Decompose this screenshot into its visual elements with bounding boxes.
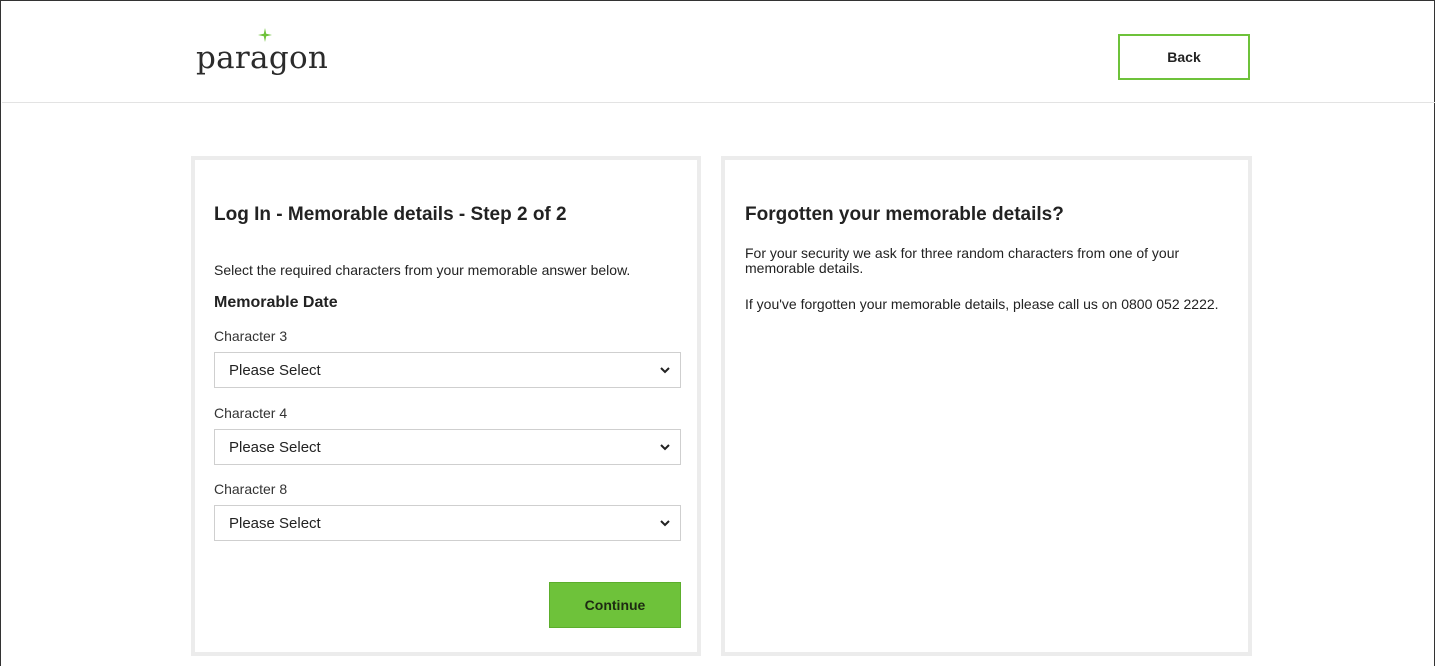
chevron-down-icon [660,443,670,450]
character-3-label: Character 3 [214,328,288,344]
chevron-down-icon [660,366,670,373]
browser-frame: paragon Back Log In - Memorable details … [0,0,1435,666]
login-title: Log In - Memorable details - Step 2 of 2 [214,204,567,225]
site-header: paragon Back [2,2,1435,103]
paragon-logo[interactable]: paragon [196,40,328,76]
chevron-down-icon [660,519,670,526]
character-4-value: Please Select [229,438,321,456]
help-card: Forgotten your memorable details? For yo… [721,156,1252,656]
help-paragraph-security: For your security we ask for three rando… [745,245,1180,276]
help-paragraph-phone: If you've forgotten your memorable detai… [745,296,1219,312]
continue-button[interactable]: Continue [549,582,681,628]
logo-star-icon [258,28,272,42]
character-3-select[interactable]: Please Select [214,352,681,388]
login-card: Log In - Memorable details - Step 2 of 2… [191,156,701,656]
character-4-select[interactable]: Please Select [214,429,681,465]
character-8-select[interactable]: Please Select [214,505,681,541]
character-4-label: Character 4 [214,405,288,421]
memorable-date-heading: Memorable Date [214,294,338,311]
character-8-value: Please Select [229,514,321,532]
help-title: Forgotten your memorable details? [745,204,1064,225]
back-button[interactable]: Back [1118,34,1250,80]
character-3-value: Please Select [229,361,321,379]
character-8-label: Character 8 [214,481,288,497]
login-intro: Select the required characters from your… [214,262,631,278]
